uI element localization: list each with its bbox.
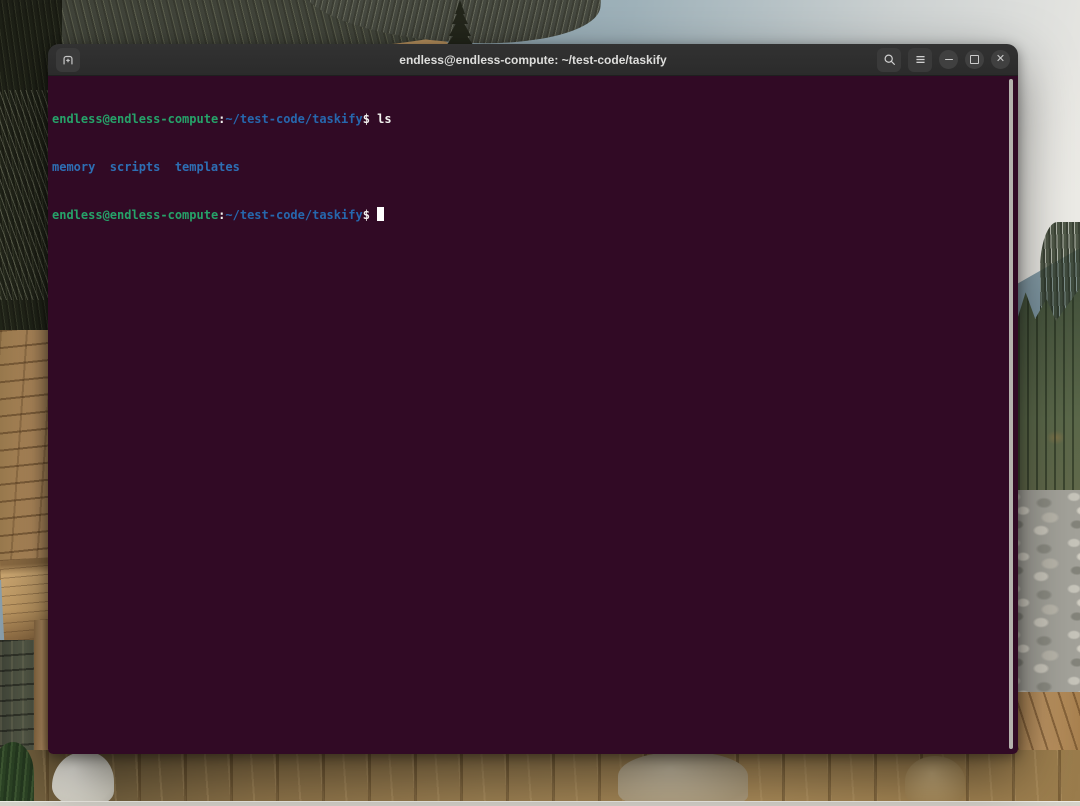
prompt-path: ~/test-code/taskify [225,208,362,222]
minimize-icon [945,59,953,61]
terminal-line-command: endless@endless-compute:~/test-code/task… [52,111,1004,127]
menu-button[interactable] [908,48,932,72]
prompt-symbol: $ [363,112,370,126]
close-icon: ✕ [996,54,1005,65]
typed-command: ls [377,112,391,126]
terminal-line-output: memory scripts templates [52,159,1004,175]
wallpaper-stone [618,752,748,806]
maximize-icon [970,55,979,64]
prompt-user: endless@endless-compute [52,208,218,222]
terminal-cursor [377,207,384,221]
terminal-line-prompt: endless@endless-compute:~/test-code/task… [52,207,1004,223]
wallpaper-white-figure [52,752,114,806]
directory-entry: memory [52,160,95,174]
desktop: endless@endless-compute: ~/test-code/tas… [0,0,1080,806]
minimize-button[interactable] [939,50,958,69]
window-title: endless@endless-compute: ~/test-code/tas… [48,53,1018,67]
wallpaper-pine-tree [441,0,479,46]
terminal-scrollbar[interactable] [1009,79,1013,749]
maximize-button[interactable] [965,50,984,69]
titlebar[interactable]: endless@endless-compute: ~/test-code/tas… [48,44,1018,76]
directory-entry: templates [175,160,240,174]
search-button[interactable] [877,48,901,72]
prompt-path: ~/test-code/taskify [225,112,362,126]
close-button[interactable]: ✕ [991,50,1010,69]
prompt-symbol: $ [363,208,370,222]
search-icon [883,53,896,66]
wallpaper-twig-highlights [0,90,50,300]
wallpaper-stone-small [905,756,965,806]
hamburger-menu-icon [914,53,927,66]
terminal-window: endless@endless-compute: ~/test-code/tas… [48,44,1018,754]
wallpaper-roof-shingles [0,330,52,580]
bottom-panel-edge [0,801,1080,806]
new-tab-button[interactable] [56,48,80,72]
new-tab-icon [61,53,75,67]
directory-entry: scripts [110,160,161,174]
prompt-user: endless@endless-compute [52,112,218,126]
terminal-body[interactable]: endless@endless-compute:~/test-code/task… [48,76,1018,754]
